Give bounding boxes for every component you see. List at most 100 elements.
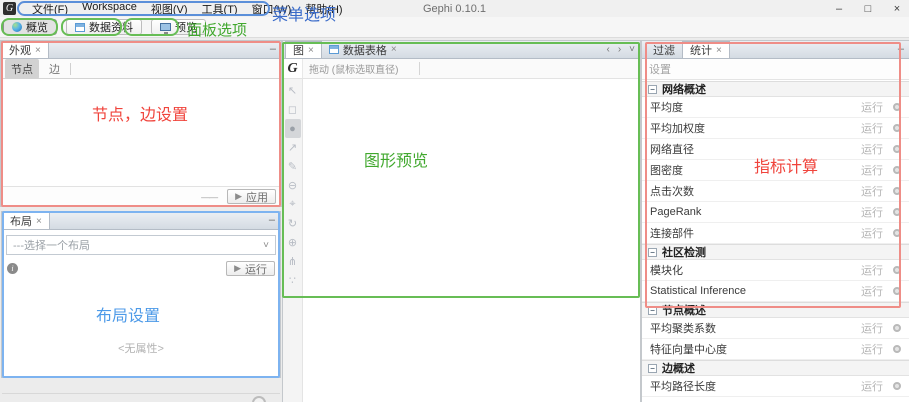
collapse-icon[interactable]: − xyxy=(648,248,657,257)
info-ring-icon[interactable] xyxy=(893,382,901,390)
run-button[interactable]: 运行 xyxy=(861,262,883,278)
graph-canvas[interactable] xyxy=(304,79,640,402)
menu-bar: 文件(F) Workspace 视图(V) 工具(T) 窗口(W) 帮助(H) xyxy=(25,0,350,18)
run-button[interactable]: 运行 xyxy=(861,162,883,178)
sizer-tool-icon[interactable]: ⊖ xyxy=(285,176,301,195)
info-ring-icon[interactable] xyxy=(893,124,901,132)
tab-data-table[interactable]: 数据表格 × xyxy=(322,41,404,58)
workspace-toolbar: 概览 数据资料 预览 xyxy=(0,17,909,38)
gear-icon[interactable] xyxy=(252,396,266,402)
menu-workspace[interactable]: Workspace xyxy=(75,0,144,18)
run-button[interactable]: 运行 xyxy=(861,99,883,115)
info-ring-icon[interactable] xyxy=(893,266,901,274)
table-icon xyxy=(75,23,85,32)
tab-scroll-controls: ‹ › ˅ xyxy=(606,44,635,55)
scroll-left-icon[interactable]: ‹ xyxy=(606,44,609,55)
apply-button[interactable]: ▶ 应用 xyxy=(227,189,276,204)
stat-label: 特征向量中心度 xyxy=(650,341,861,357)
gephi-logo-icon: G xyxy=(3,2,16,15)
appearance-subtabs: 节点 边 xyxy=(1,59,281,79)
run-button[interactable]: 运行 xyxy=(861,183,883,199)
run-button[interactable]: 运行 xyxy=(861,120,883,136)
layout-tab-label: 布局 xyxy=(10,213,32,229)
info-icon[interactable]: i xyxy=(7,263,18,274)
run-button[interactable]: 运行 xyxy=(861,341,883,357)
menu-file[interactable]: 文件(F) xyxy=(25,0,75,18)
run-button[interactable]: 运行 xyxy=(861,283,883,299)
run-button[interactable]: 运行 xyxy=(861,320,883,336)
statistics-settings-link[interactable]: 设置 xyxy=(642,59,909,80)
layout-chooser-dropdown[interactable]: ---选择一个布局 ˅ xyxy=(6,235,276,255)
stat-label: 模块化 xyxy=(650,262,861,278)
overview-panel-button[interactable]: 概览 xyxy=(3,19,57,35)
rectangle-selection-tool-icon[interactable]: ◻ xyxy=(285,100,301,119)
subtab-nodes[interactable]: 节点 xyxy=(5,59,39,79)
minimize-panel-icon[interactable]: – xyxy=(270,43,276,55)
run-button[interactable]: 运行 xyxy=(861,204,883,220)
info-ring-icon[interactable] xyxy=(893,187,901,195)
run-button[interactable]: 运行 xyxy=(861,225,883,241)
edge-pencil-tool-icon[interactable]: ∵ xyxy=(285,271,301,290)
menu-window[interactable]: 窗口(W) xyxy=(245,0,299,18)
splitter-icon[interactable]: —— xyxy=(201,192,217,202)
tab-statistics[interactable]: 统计 × xyxy=(682,41,730,58)
run-layout-button[interactable]: ▶ 运行 xyxy=(226,261,275,276)
maximize-button[interactable]: □ xyxy=(862,3,874,15)
run-button[interactable]: 运行 xyxy=(861,141,883,157)
preview-panel-button[interactable]: 预览 xyxy=(151,19,206,35)
gephi-window: G 文件(F) Workspace 视图(V) 工具(T) 窗口(W) 帮助(H… xyxy=(0,0,909,402)
drag-tool-icon[interactable]: ● xyxy=(285,119,301,138)
minimize-panel-icon[interactable]: – xyxy=(269,214,275,226)
data-laboratory-button[interactable]: 数据资料 xyxy=(66,19,142,35)
info-ring-icon[interactable] xyxy=(893,208,901,216)
close-button[interactable]: × xyxy=(891,3,903,15)
close-tab-icon[interactable]: × xyxy=(36,216,42,227)
collapse-icon[interactable]: − xyxy=(648,306,657,315)
stat-label: 图密度 xyxy=(650,162,861,178)
node-pencil-tool-icon[interactable]: ⊕ xyxy=(285,233,301,252)
collapse-icon[interactable]: − xyxy=(648,85,657,94)
close-tab-icon[interactable]: × xyxy=(716,45,722,56)
painter-tool-icon[interactable]: ✎ xyxy=(285,157,301,176)
tab-filters[interactable]: 过滤 xyxy=(646,41,682,58)
menu-help[interactable]: 帮助(H) xyxy=(298,0,349,18)
minimize-button[interactable]: – xyxy=(833,3,845,15)
menu-view[interactable]: 视图(V) xyxy=(144,0,195,18)
tab-appearance[interactable]: 外观 × xyxy=(1,41,49,58)
tab-list-icon[interactable]: ˅ xyxy=(629,44,635,55)
shortest-path-tool-icon[interactable]: ⋔ xyxy=(285,252,301,271)
mouse-selection-tool-icon[interactable]: ↗ xyxy=(285,138,301,157)
collapse-icon[interactable]: − xyxy=(648,364,657,373)
play-icon: ▶ xyxy=(235,191,242,202)
info-ring-icon[interactable] xyxy=(893,345,901,353)
section-edge-overview[interactable]: − 边概述 xyxy=(642,360,909,376)
info-ring-icon[interactable] xyxy=(893,103,901,111)
tab-layout[interactable]: 布局 × xyxy=(2,212,50,229)
info-ring-icon[interactable] xyxy=(893,287,901,295)
close-tab-icon[interactable]: × xyxy=(308,45,314,56)
info-ring-icon[interactable] xyxy=(893,145,901,153)
subtab-divider xyxy=(70,63,71,75)
info-ring-icon[interactable] xyxy=(893,324,901,332)
tab-graph[interactable]: 图 × xyxy=(285,41,322,58)
info-ring-icon[interactable] xyxy=(893,229,901,237)
rotate-tool-icon[interactable]: ↻ xyxy=(285,214,301,233)
menu-tools[interactable]: 工具(T) xyxy=(195,0,245,18)
toolbar-divider xyxy=(419,62,420,75)
stat-row-network-diameter: 网络直径 运行 xyxy=(642,139,909,160)
cursor-tool-icon[interactable]: ↖ xyxy=(285,81,301,100)
subtab-edges[interactable]: 边 xyxy=(43,59,66,79)
info-ring-icon[interactable] xyxy=(893,166,901,174)
section-community-detection[interactable]: − 社区检测 xyxy=(642,244,909,260)
table-icon xyxy=(329,45,339,54)
close-tab-icon[interactable]: × xyxy=(35,45,41,56)
stat-row-statistical-inference: Statistical Inference 运行 xyxy=(642,281,909,302)
heatmap-tool-icon[interactable]: ⌖ xyxy=(285,195,301,214)
minimize-panel-icon[interactable]: – xyxy=(898,43,904,55)
section-node-overview[interactable]: − 节点概述 xyxy=(642,302,909,318)
close-tab-icon[interactable]: × xyxy=(391,44,397,55)
scroll-right-icon[interactable]: › xyxy=(618,44,621,55)
section-network-overview[interactable]: − 网络概述 xyxy=(642,81,909,97)
data-laboratory-label: 数据资料 xyxy=(89,19,133,35)
run-button[interactable]: 运行 xyxy=(861,378,883,394)
